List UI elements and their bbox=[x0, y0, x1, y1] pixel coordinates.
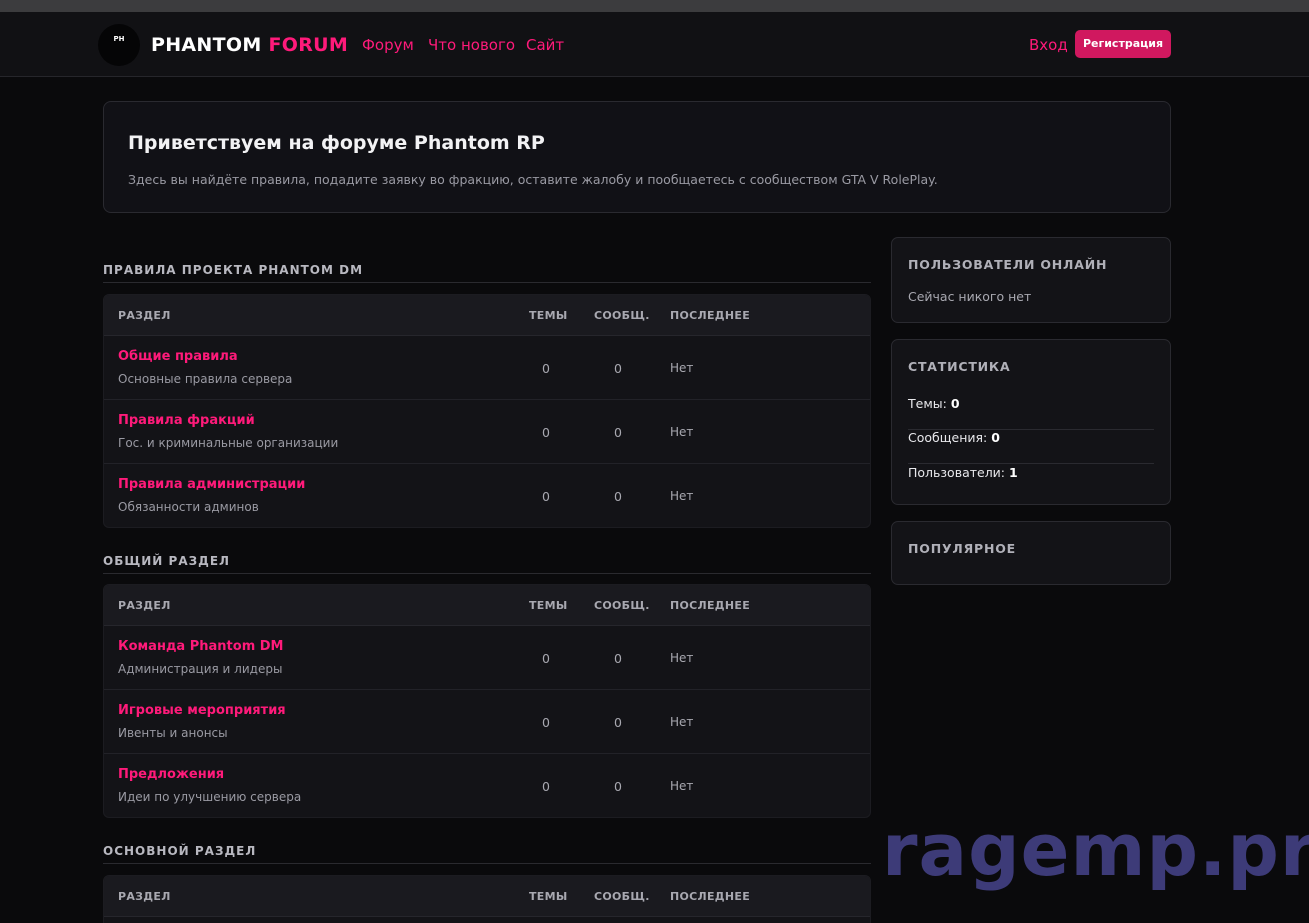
col-last: ПОСЛЕДНЕЕ bbox=[670, 599, 751, 612]
table-row[interactable]: Правила фракций Гос. и криминальные орга… bbox=[104, 400, 870, 464]
popular-title: ПОПУЛЯРНОЕ bbox=[908, 541, 1016, 556]
table-row[interactable]: Команда Phantom DM Администрация и лидер… bbox=[104, 626, 870, 690]
section-title: ОСНОВНОЙ РАЗДЕЛ bbox=[103, 844, 871, 864]
site-header: PH PHANTOM FORUM Форум Что нового Сайт В… bbox=[0, 12, 1309, 77]
forum-description: Обязанности админов bbox=[118, 500, 259, 514]
stat-value: 0 bbox=[991, 430, 1000, 445]
last-post: Нет bbox=[670, 425, 694, 439]
table-row[interactable]: Игровые мероприятия Ивенты и анонсы 0 0 … bbox=[104, 690, 870, 754]
section-title: ПРАВИЛА ПРОЕКТА PHANTOM DM bbox=[103, 263, 871, 283]
table-header: РАЗДЕЛ ТЕМЫ СООБЩ. ПОСЛЕДНЕЕ bbox=[104, 876, 870, 917]
stat-posts: Сообщения: 0 bbox=[908, 430, 1154, 464]
brand-white: PHANTOM bbox=[151, 34, 262, 56]
welcome-title: Приветствуем на форуме Phantom RP bbox=[128, 132, 545, 154]
table-row[interactable]: Предложения Идеи по улучшению сервера 0 … bbox=[104, 754, 870, 817]
posts-count: 0 bbox=[614, 779, 622, 794]
forum-description: Основные правила сервера bbox=[118, 372, 293, 386]
register-button[interactable]: Регистрация bbox=[1075, 30, 1171, 58]
posts-count: 0 bbox=[614, 361, 622, 376]
last-post: Нет bbox=[670, 361, 694, 375]
popular-panel: ПОПУЛЯРНОЕ bbox=[891, 521, 1171, 585]
col-posts: СООБЩ. bbox=[594, 890, 650, 903]
stat-topics: Темы: 0 bbox=[908, 396, 1154, 430]
browser-top-strip bbox=[0, 0, 1309, 12]
nav-whats-new[interactable]: Что нового bbox=[428, 36, 515, 54]
stat-label: Пользователи: bbox=[908, 465, 1006, 480]
topics-count: 0 bbox=[542, 779, 550, 794]
posts-count: 0 bbox=[614, 489, 622, 504]
welcome-text: Здесь вы найдёте правила, подадите заявк… bbox=[128, 172, 938, 187]
login-link[interactable]: Вход bbox=[1029, 36, 1068, 54]
statistics-title: СТАТИСТИКА bbox=[908, 359, 1011, 374]
section-title: ОБЩИЙ РАЗДЕЛ bbox=[103, 554, 871, 574]
forum-link[interactable]: Общие правила bbox=[118, 349, 238, 364]
forum-link[interactable]: Команда Phantom DM bbox=[118, 639, 284, 654]
online-users-title: ПОЛЬЗОВАТЕЛИ ОНЛАЙН bbox=[908, 257, 1108, 272]
table-header: РАЗДЕЛ ТЕМЫ СООБЩ. ПОСЛЕДНЕЕ bbox=[104, 585, 870, 626]
forum-link[interactable]: Правила фракций bbox=[118, 413, 255, 428]
statistics-panel: СТАТИСТИКА Темы: 0 Сообщения: 0 Пользова… bbox=[891, 339, 1171, 505]
table-header: РАЗДЕЛ ТЕМЫ СООБЩ. ПОСЛЕДНЕЕ bbox=[104, 295, 870, 336]
forum-description: Ивенты и анонсы bbox=[118, 726, 228, 740]
stat-label: Темы: bbox=[908, 396, 947, 411]
col-topics: ТЕМЫ bbox=[529, 599, 568, 612]
online-users-panel: ПОЛЬЗОВАТЕЛИ ОНЛАЙН Сейчас никого нет bbox=[891, 237, 1171, 323]
last-post: Нет bbox=[670, 489, 694, 503]
posts-count: 0 bbox=[614, 651, 622, 666]
topics-count: 0 bbox=[542, 361, 550, 376]
col-posts: СООБЩ. bbox=[594, 309, 650, 322]
topics-count: 0 bbox=[542, 489, 550, 504]
forum-table: РАЗДЕЛ ТЕМЫ СООБЩ. ПОСЛЕДНЕЕ bbox=[103, 875, 871, 923]
stat-users: Пользователи: 1 bbox=[908, 465, 1154, 499]
forum-description: Идеи по улучшению сервера bbox=[118, 790, 302, 804]
stat-value: 0 bbox=[950, 396, 960, 411]
topics-count: 0 bbox=[542, 715, 550, 730]
col-topics: ТЕМЫ bbox=[529, 890, 568, 903]
topics-count: 0 bbox=[542, 425, 550, 440]
brand-pink: FORUM bbox=[268, 34, 349, 56]
forum-link[interactable]: Игровые мероприятия bbox=[118, 703, 286, 718]
brand-name[interactable]: PHANTOM FORUM bbox=[151, 34, 348, 56]
forum-table: РАЗДЕЛ ТЕМЫ СООБЩ. ПОСЛЕДНЕЕ Команда Pha… bbox=[103, 584, 871, 818]
table-row[interactable]: Общие правила Основные правила сервера 0… bbox=[104, 336, 870, 400]
forum-link[interactable]: Правила администрации bbox=[118, 477, 305, 492]
online-users-text: Сейчас никого нет bbox=[908, 289, 1032, 304]
stat-label: Сообщения: bbox=[908, 430, 988, 445]
table-row[interactable]: Правила администрации Обязанности админо… bbox=[104, 464, 870, 527]
col-last: ПОСЛЕДНЕЕ bbox=[670, 890, 751, 903]
forum-table: РАЗДЕЛ ТЕМЫ СООБЩ. ПОСЛЕДНЕЕ Общие прави… bbox=[103, 294, 871, 528]
col-topics: ТЕМЫ bbox=[529, 309, 568, 322]
welcome-panel: Приветствуем на форуме Phantom RP Здесь … bbox=[103, 101, 1171, 213]
stat-value: 1 bbox=[1009, 465, 1018, 480]
watermark: ragemp.pro bbox=[882, 808, 1309, 892]
col-posts: СООБЩ. bbox=[594, 599, 650, 612]
forum-description: Гос. и криминальные организации bbox=[118, 436, 339, 450]
topics-count: 0 bbox=[542, 651, 550, 666]
nav-site[interactable]: Сайт bbox=[526, 36, 564, 54]
logo[interactable]: PH bbox=[98, 24, 140, 66]
col-section: РАЗДЕЛ bbox=[118, 599, 171, 612]
posts-count: 0 bbox=[614, 425, 622, 440]
col-last: ПОСЛЕДНЕЕ bbox=[670, 309, 751, 322]
posts-count: 0 bbox=[614, 715, 622, 730]
nav-forum[interactable]: Форум bbox=[362, 36, 414, 54]
last-post: Нет bbox=[670, 651, 694, 665]
forum-description: Администрация и лидеры bbox=[118, 662, 283, 676]
last-post: Нет bbox=[670, 715, 694, 729]
col-section: РАЗДЕЛ bbox=[118, 890, 171, 903]
col-section: РАЗДЕЛ bbox=[118, 309, 171, 322]
last-post: Нет bbox=[670, 779, 694, 793]
forum-link[interactable]: Предложения bbox=[118, 767, 224, 782]
